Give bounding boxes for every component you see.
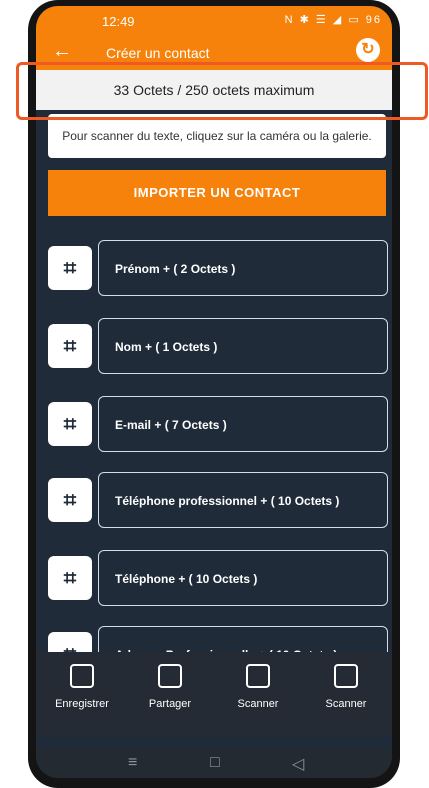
field-phone[interactable]: Téléphone + ( 10 Octets ) bbox=[98, 550, 388, 606]
field-row-prenom: ⌗ Prénom + ( 2 Octets ) bbox=[48, 240, 388, 296]
field-work-phone[interactable]: Téléphone professionnel + ( 10 Octets ) bbox=[98, 472, 388, 528]
field-row-email: ⌗ E-mail + ( 7 Octets ) bbox=[48, 396, 388, 452]
recent-apps-button[interactable]: ≡ bbox=[128, 754, 137, 772]
page-title: Créer un contact bbox=[106, 45, 210, 61]
scan-hint: Pour scanner du texte, cliquez sur la ca… bbox=[48, 114, 386, 158]
field-row-phone: ⌗ Téléphone + ( 10 Octets ) bbox=[48, 550, 388, 606]
home-button[interactable]: □ bbox=[210, 754, 220, 772]
nav-scan-gallery[interactable]: Scanner bbox=[306, 664, 386, 710]
save-icon bbox=[70, 664, 94, 688]
nav-scan-camera-label: Scanner bbox=[237, 698, 279, 710]
nav-share[interactable]: Partager bbox=[130, 664, 210, 710]
field-row-work-phone: ⌗ Téléphone professionnel + ( 10 Octets … bbox=[48, 472, 388, 528]
app-screen: 12:49 N ✱ ☰ ◢ ▭ 96 ← Créer un contact ↻ … bbox=[36, 6, 392, 778]
field-nom[interactable]: Nom + ( 1 Octets ) bbox=[98, 318, 388, 374]
bottom-nav: Enregistrer Partager Scanner Scanner bbox=[36, 652, 392, 736]
status-time: 12:49 bbox=[102, 14, 135, 29]
arrow-left-icon[interactable]: ← bbox=[52, 40, 72, 63]
scan-text-icon[interactable]: ⌗ bbox=[48, 478, 92, 522]
nav-save[interactable]: Enregistrer bbox=[42, 664, 122, 710]
nav-save-label: Enregistrer bbox=[55, 698, 109, 710]
status-bar: 12:49 N ✱ ☰ ◢ ▭ 96 bbox=[36, 6, 392, 34]
camera-icon bbox=[246, 664, 270, 688]
back-button[interactable]: ◁ bbox=[292, 754, 304, 774]
scan-text-icon[interactable]: ⌗ bbox=[48, 556, 92, 600]
status-icons: N ✱ ☰ ◢ ▭ 96 bbox=[284, 14, 382, 26]
share-icon bbox=[158, 664, 182, 688]
nav-share-label: Partager bbox=[148, 698, 192, 710]
field-email[interactable]: E-mail + ( 7 Octets ) bbox=[98, 396, 388, 452]
field-prenom[interactable]: Prénom + ( 2 Octets ) bbox=[98, 240, 388, 296]
nav-scan-camera[interactable]: Scanner bbox=[218, 664, 298, 710]
import-contact-button[interactable]: IMPORTER UN CONTACT bbox=[48, 170, 386, 216]
nav-scan-gallery-label: Scanner bbox=[325, 698, 367, 710]
gallery-icon bbox=[334, 664, 358, 688]
scan-text-icon[interactable]: ⌗ bbox=[48, 402, 92, 446]
refresh-icon[interactable]: ↻ bbox=[356, 38, 380, 62]
scan-text-icon[interactable]: ⌗ bbox=[48, 246, 92, 290]
highlight-box bbox=[16, 62, 428, 120]
field-row-nom: ⌗ Nom + ( 1 Octets ) bbox=[48, 318, 388, 374]
system-nav-bar: ≡ □ ◁ bbox=[36, 748, 392, 778]
scan-text-icon[interactable]: ⌗ bbox=[48, 324, 92, 368]
